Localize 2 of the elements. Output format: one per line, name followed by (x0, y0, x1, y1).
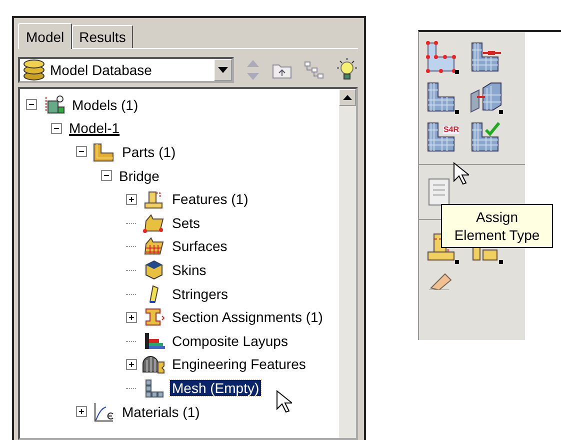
tooltip: Assign Element Type (441, 204, 553, 248)
element-type-label: S4R (443, 126, 459, 134)
